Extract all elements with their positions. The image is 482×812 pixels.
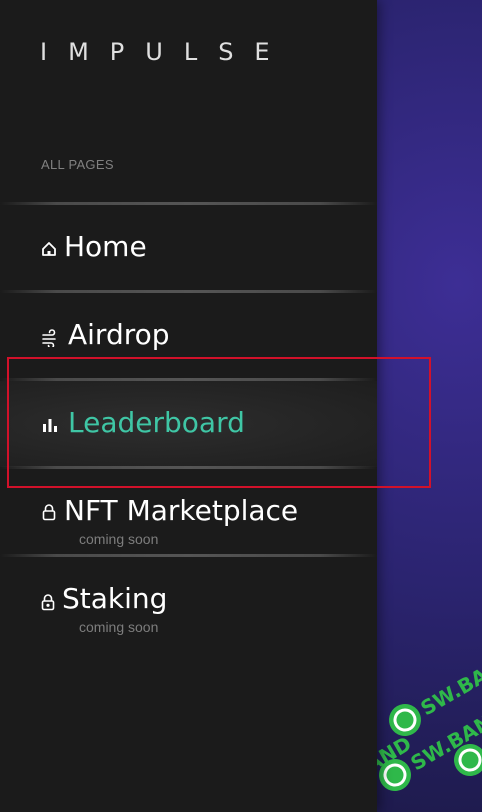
wind-icon [42, 329, 56, 347]
nav-item-staking[interactable]: Staking coming soon [0, 557, 377, 643]
nav-item-label: Staking [62, 582, 168, 615]
nav-item-label: Leaderboard [68, 406, 245, 439]
nav-item-airdrop[interactable]: Airdrop [0, 293, 377, 379]
nav-item-leaderboard[interactable]: Leaderboard [0, 381, 377, 467]
side-drawer: IMPULSE ALL PAGES Home Airdrop Leaderboa… [0, 0, 377, 812]
app-viewport: SW.BAND SW.BAND SW.BAND IMPULSE ALL PAGE… [0, 0, 482, 812]
section-label: ALL PAGES [41, 157, 114, 172]
coming-soon-label: coming soon [79, 619, 159, 635]
nav-item-label: NFT Marketplace [64, 494, 299, 527]
home-icon [42, 242, 56, 256]
nav-item-label: Airdrop [68, 318, 170, 351]
bar-chart-icon [43, 419, 57, 432]
nav-item-home[interactable]: Home [0, 205, 377, 291]
nav-item-label: Home [64, 230, 147, 263]
brand-logo[interactable]: IMPULSE [40, 38, 291, 66]
lock-icon [41, 594, 55, 611]
lock-icon [42, 504, 56, 521]
coming-soon-label: coming soon [79, 531, 159, 547]
nav-item-nft-marketplace[interactable]: NFT Marketplace coming soon [0, 469, 377, 555]
